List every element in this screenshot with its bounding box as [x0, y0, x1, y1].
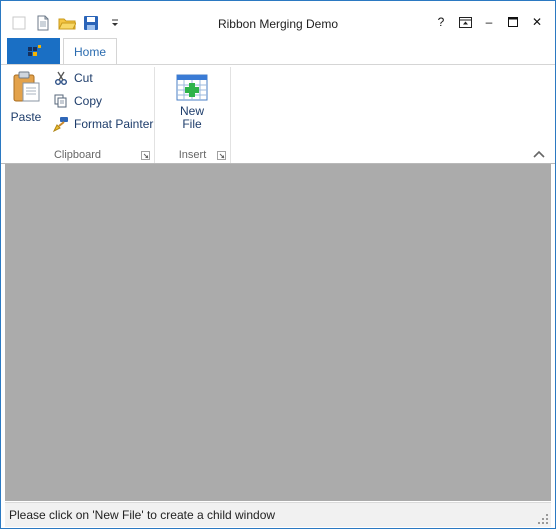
status-bar: Please click on 'New File' to create a c…: [5, 502, 551, 527]
clipboard-group: Paste Cut Copy Format Painter Clipboard: [1, 67, 155, 163]
new-file-button[interactable]: New File: [171, 73, 213, 131]
paste-label: Paste: [10, 110, 42, 124]
clipboard-group-label: Clipboard: [53, 149, 102, 161]
resize-grip-icon[interactable]: [537, 513, 549, 525]
app-menu-icon: [27, 45, 41, 56]
tab-home[interactable]: Home: [63, 38, 117, 64]
copy-label: Copy: [74, 94, 103, 108]
maximize-icon: [508, 17, 518, 27]
new-file-label-line2: File: [182, 117, 202, 131]
cut-label: Cut: [74, 71, 93, 85]
maximize-button[interactable]: [501, 11, 525, 33]
new-file-icon: [176, 74, 208, 101]
minimize-button[interactable]: –: [477, 11, 501, 33]
ribbon-panel: Paste Cut Copy Format Painter Clipboard …: [1, 65, 555, 164]
application-menu-button[interactable]: [7, 38, 60, 64]
window-controls: ? – ✕: [429, 11, 549, 33]
help-button[interactable]: ?: [429, 11, 453, 33]
copy-button[interactable]: Copy: [53, 91, 102, 111]
ribbon-display-options-button[interactable]: [453, 11, 477, 33]
copy-icon: [53, 93, 69, 109]
paste-icon: [13, 71, 40, 102]
insert-group: New File Insert: [155, 67, 231, 163]
ribbon-tab-row: Home: [1, 38, 555, 65]
scissors-icon: [53, 70, 69, 86]
main-window: Ribbon Merging Demo ? – ✕ Home Paste Cut…: [0, 0, 556, 529]
mdi-client-area[interactable]: [5, 164, 551, 501]
ribbon-display-icon: [458, 16, 472, 28]
close-button[interactable]: ✕: [525, 11, 549, 33]
insert-dialog-launcher-icon[interactable]: [217, 151, 226, 160]
paste-button[interactable]: Paste: [7, 71, 45, 124]
format-painter-label: Format Painter: [74, 117, 154, 131]
clipboard-dialog-launcher-icon[interactable]: [141, 151, 150, 160]
title-bar: Ribbon Merging Demo ? – ✕: [1, 1, 555, 38]
collapse-ribbon-icon[interactable]: [533, 149, 545, 159]
format-painter-icon: [53, 116, 69, 132]
status-text: Please click on 'New File' to create a c…: [9, 508, 276, 522]
format-painter-button[interactable]: Format Painter: [53, 114, 153, 134]
cut-button[interactable]: Cut: [53, 68, 93, 88]
